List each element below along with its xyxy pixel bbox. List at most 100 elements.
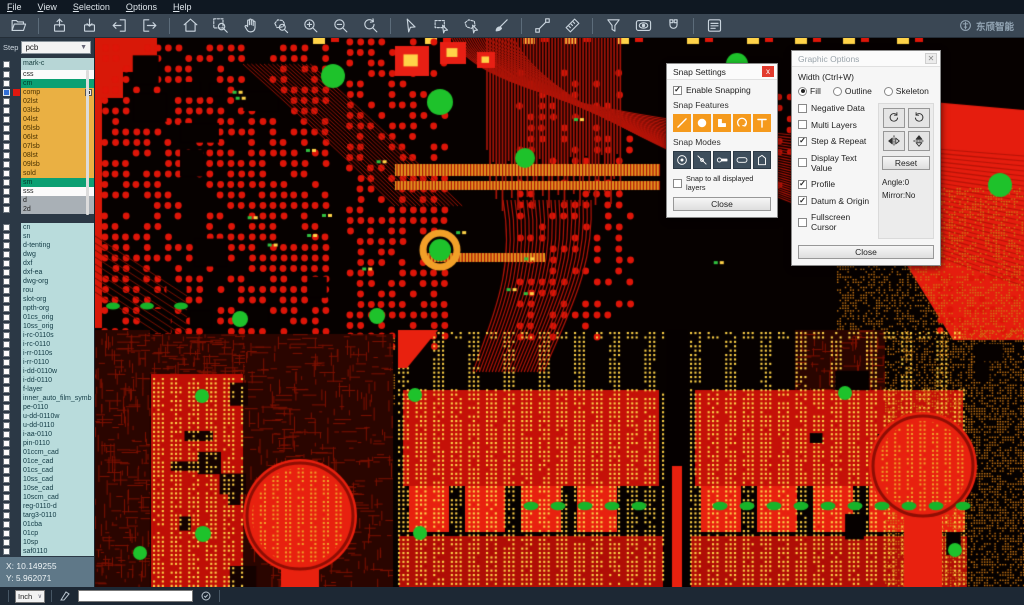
layer-row[interactable]: i-aa-0110	[0, 430, 94, 439]
snap-magnet-icon[interactable]	[663, 16, 683, 36]
layer-row[interactable]: 01cs_orig	[0, 313, 94, 322]
layer-row[interactable]: pe-0110	[0, 403, 94, 412]
layer-visibility-checkbox[interactable]	[3, 206, 10, 213]
menu-options[interactable]: Options	[126, 2, 157, 12]
layer-row[interactable]: dwg	[0, 250, 94, 259]
layer-row[interactable]: d-tenting	[0, 241, 94, 250]
snap-center-icon[interactable]	[673, 151, 691, 169]
layers-panel-icon[interactable]	[704, 16, 724, 36]
layer-visibility-checkbox[interactable]	[3, 287, 10, 294]
pan-hand-icon[interactable]	[240, 16, 260, 36]
layer-row[interactable]: sold	[0, 169, 94, 178]
layer-row[interactable]: 10ss_orig	[0, 322, 94, 331]
layer-visibility-checkbox[interactable]	[3, 422, 10, 429]
layer-row[interactable]: 01cp	[0, 529, 94, 538]
layer-row[interactable]: i-rr-0110	[0, 358, 94, 367]
layer-visibility-checkbox[interactable]	[3, 152, 10, 159]
layer-row[interactable]: inner_auto_film_symb	[0, 394, 94, 403]
width-radio-fill[interactable]: Fill	[798, 86, 821, 96]
option-checkbox-profile[interactable]: ✓Profile	[798, 179, 874, 189]
highlight-brush-icon[interactable]	[491, 16, 511, 36]
zoom-in-icon[interactable]	[300, 16, 320, 36]
layer-row[interactable]: 06lst	[0, 133, 94, 142]
menu-view[interactable]: View	[38, 2, 57, 12]
layer-visibility-checkbox[interactable]	[3, 476, 10, 483]
layer-visibility-checkbox[interactable]	[3, 359, 10, 366]
layer-row[interactable]: pin-0110	[0, 439, 94, 448]
layer-row[interactable]: sn	[0, 232, 94, 241]
layer-row[interactable]: u-dd-0110w	[0, 412, 94, 421]
unit-select[interactable]: Inch ∨	[15, 590, 45, 603]
measure-points-icon[interactable]	[532, 16, 552, 36]
layer-row[interactable]: 01cs_cad	[0, 466, 94, 475]
layer-visibility-checkbox[interactable]	[3, 98, 10, 105]
layer-visibility-checkbox[interactable]	[3, 512, 10, 519]
layer-visibility-checkbox[interactable]	[3, 458, 10, 465]
layer-visibility-checkbox[interactable]	[3, 116, 10, 123]
layer-list-scrollbar[interactable]	[86, 70, 89, 215]
layer-row[interactable]: i-rr-0110s	[0, 349, 94, 358]
layer-visibility-checkbox[interactable]	[3, 251, 10, 258]
flip-vertical-button[interactable]	[908, 131, 930, 151]
layer-visibility-checkbox[interactable]	[3, 89, 10, 96]
layer-visibility-checkbox[interactable]	[3, 485, 10, 492]
snap-arc-icon[interactable]	[733, 114, 751, 132]
layer-row[interactable]: 10se_cad	[0, 484, 94, 493]
layer-row[interactable]: 04lst	[0, 115, 94, 124]
layer-visibility-checkbox[interactable]	[3, 350, 10, 357]
layer-row[interactable]: i-dd-0110w	[0, 367, 94, 376]
layer-row[interactable]: slot-org	[0, 295, 94, 304]
layer-row[interactable]: css	[0, 70, 94, 79]
checkbox-icon[interactable]	[798, 104, 807, 113]
layer-visibility-checkbox[interactable]	[3, 107, 10, 114]
checkbox-icon[interactable]: ✓	[798, 137, 807, 146]
layer-row[interactable]: i-dd-0110	[0, 376, 94, 385]
step-select[interactable]: pcb ▼	[21, 41, 91, 54]
radio-icon[interactable]	[884, 87, 893, 96]
layer-row[interactable]: u-dd-0110	[0, 421, 94, 430]
layer-row[interactable]: 08lst	[0, 151, 94, 160]
layer-visibility-checkbox[interactable]	[3, 539, 10, 546]
layer-visibility-checkbox[interactable]	[3, 242, 10, 249]
layer-row[interactable]: 2d	[0, 205, 94, 214]
checkbox-icon[interactable]: ✓	[798, 196, 807, 205]
layer-row[interactable]: reg-0110-d	[0, 502, 94, 511]
layer-visibility-checkbox[interactable]	[3, 503, 10, 510]
layer-row[interactable]: i-rc-0110	[0, 340, 94, 349]
layer-visibility-checkbox[interactable]	[3, 431, 10, 438]
layer-row[interactable]: mark-c	[0, 58, 94, 70]
close-icon[interactable]: ✕	[925, 53, 937, 64]
layer-visibility-checkbox[interactable]	[3, 467, 10, 474]
menu-file[interactable]: File	[7, 2, 22, 12]
layer-row[interactable]: 01ce_cad	[0, 457, 94, 466]
layer-visibility-checkbox[interactable]	[3, 449, 10, 456]
enable-snapping-checkbox[interactable]: ✓ Enable Snapping	[673, 85, 771, 95]
rotate-cw-button[interactable]	[883, 108, 905, 128]
snap-pad-icon[interactable]	[693, 114, 711, 132]
layer-visibility-checkbox[interactable]	[3, 440, 10, 447]
width-radio-skeleton[interactable]: Skeleton	[884, 86, 929, 96]
radio-icon[interactable]	[798, 87, 807, 96]
graphic-dialog-titlebar[interactable]: Graphic Options ✕	[792, 51, 940, 67]
zoom-out-icon[interactable]	[330, 16, 350, 36]
layer-row[interactable]: 01cba	[0, 520, 94, 529]
checkbox-icon[interactable]	[798, 120, 807, 129]
select-polygon-icon[interactable]	[461, 16, 481, 36]
option-checkbox-multi-layers[interactable]: Multi Layers	[798, 120, 874, 130]
layer-visibility-checkbox[interactable]	[3, 314, 10, 321]
layer-row[interactable]: 05lsb	[0, 124, 94, 133]
layer-visibility-checkbox[interactable]	[3, 404, 10, 411]
snap-all-layers-checkbox[interactable]: Snap to all displayed layers	[673, 174, 771, 192]
layer-row[interactable]: 10ss_cad	[0, 475, 94, 484]
snap-close-button[interactable]: Close	[673, 197, 771, 211]
snap-angle-icon[interactable]	[693, 151, 711, 169]
layer-visibility-checkbox[interactable]	[3, 80, 10, 87]
select-rect-icon[interactable]	[431, 16, 451, 36]
layer-visibility-checkbox[interactable]	[3, 71, 10, 78]
layer-visibility-checkbox[interactable]	[3, 530, 10, 537]
layer-visibility-checkbox[interactable]	[3, 341, 10, 348]
layer-row[interactable]: 02lst	[0, 97, 94, 106]
export-file-icon[interactable]	[139, 16, 159, 36]
layer-visibility-checkbox[interactable]	[3, 161, 10, 168]
layer-row[interactable]: targ3-0110	[0, 511, 94, 520]
